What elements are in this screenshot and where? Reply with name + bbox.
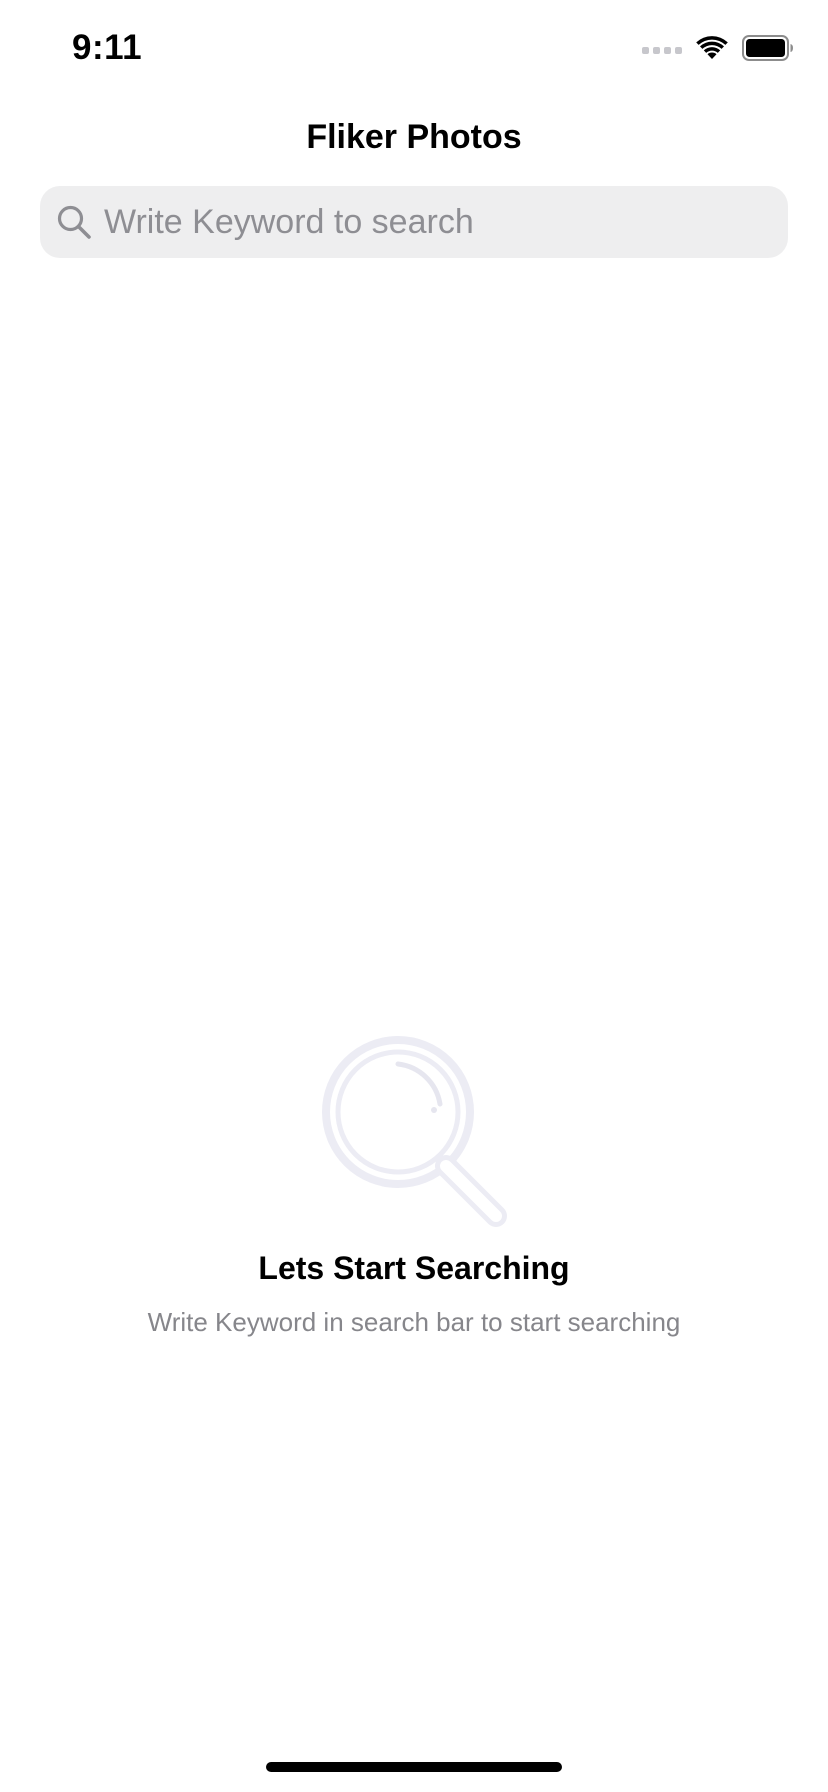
search-icon xyxy=(54,202,94,242)
search-input[interactable] xyxy=(104,192,764,252)
wifi-icon xyxy=(696,35,728,66)
empty-state-title: Lets Start Searching xyxy=(258,1250,570,1286)
page-title: Fliker Photos xyxy=(306,118,522,156)
home-indicator[interactable] xyxy=(266,1762,562,1772)
status-time: 9:11 xyxy=(72,28,143,67)
status-bar: 9:11 xyxy=(0,0,828,100)
empty-state: Lets Start Searching Write Keyword in se… xyxy=(0,1036,828,1338)
empty-state-subtitle: Write Keyword in search bar to start sea… xyxy=(147,1307,681,1337)
search-bar[interactable] xyxy=(40,186,788,258)
magnifier-illustration-icon xyxy=(322,1036,507,1227)
battery-icon xyxy=(742,34,794,66)
status-icons xyxy=(642,34,794,66)
signal-icon xyxy=(642,46,682,54)
